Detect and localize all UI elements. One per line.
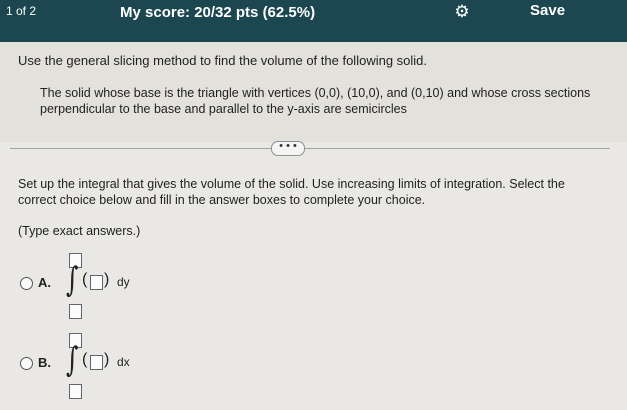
more-button[interactable]: • • •: [271, 141, 305, 156]
choice-a-label: A.: [38, 275, 51, 290]
choice-b-radio[interactable]: [20, 357, 33, 370]
top-bar: 1 of 2 My score: 20/32 pts (62.5%) ⚙ Sav…: [0, 0, 627, 42]
choice-a-integrand-input[interactable]: [90, 275, 103, 290]
instruction-panel: Use the general slicing method to find t…: [0, 42, 627, 142]
choice-b-label: B.: [38, 355, 51, 370]
section-divider: [10, 148, 610, 149]
instruction-text: Use the general slicing method to find t…: [18, 53, 428, 68]
save-button[interactable]: Save: [530, 2, 565, 19]
choice-a-differential: dy: [117, 275, 130, 289]
choice-a-lower-limit-input[interactable]: [69, 304, 82, 319]
problem-statement: The solid whose base is the triangle wit…: [40, 86, 591, 116]
choice-b-lower-limit-input[interactable]: [69, 384, 82, 399]
type-exact-note: (Type exact answers.): [18, 224, 141, 238]
choice-a-radio[interactable]: [20, 277, 33, 290]
gear-icon[interactable]: ⚙: [452, 1, 472, 21]
open-paren: (: [82, 271, 88, 288]
choice-b-integrand-input[interactable]: [90, 355, 103, 370]
open-paren: (: [82, 351, 88, 368]
question-setup-text: Set up the integral that gives the volum…: [18, 177, 565, 207]
integral-sign: ∫: [66, 260, 79, 300]
score-display: My score: 20/32 pts (62.5%): [120, 4, 316, 21]
question-counter: 1 of 2: [6, 4, 37, 18]
close-paren: ): [104, 271, 110, 288]
integral-sign: ∫: [66, 340, 79, 380]
close-paren: ): [104, 351, 110, 368]
choice-b-differential: dx: [117, 355, 130, 369]
